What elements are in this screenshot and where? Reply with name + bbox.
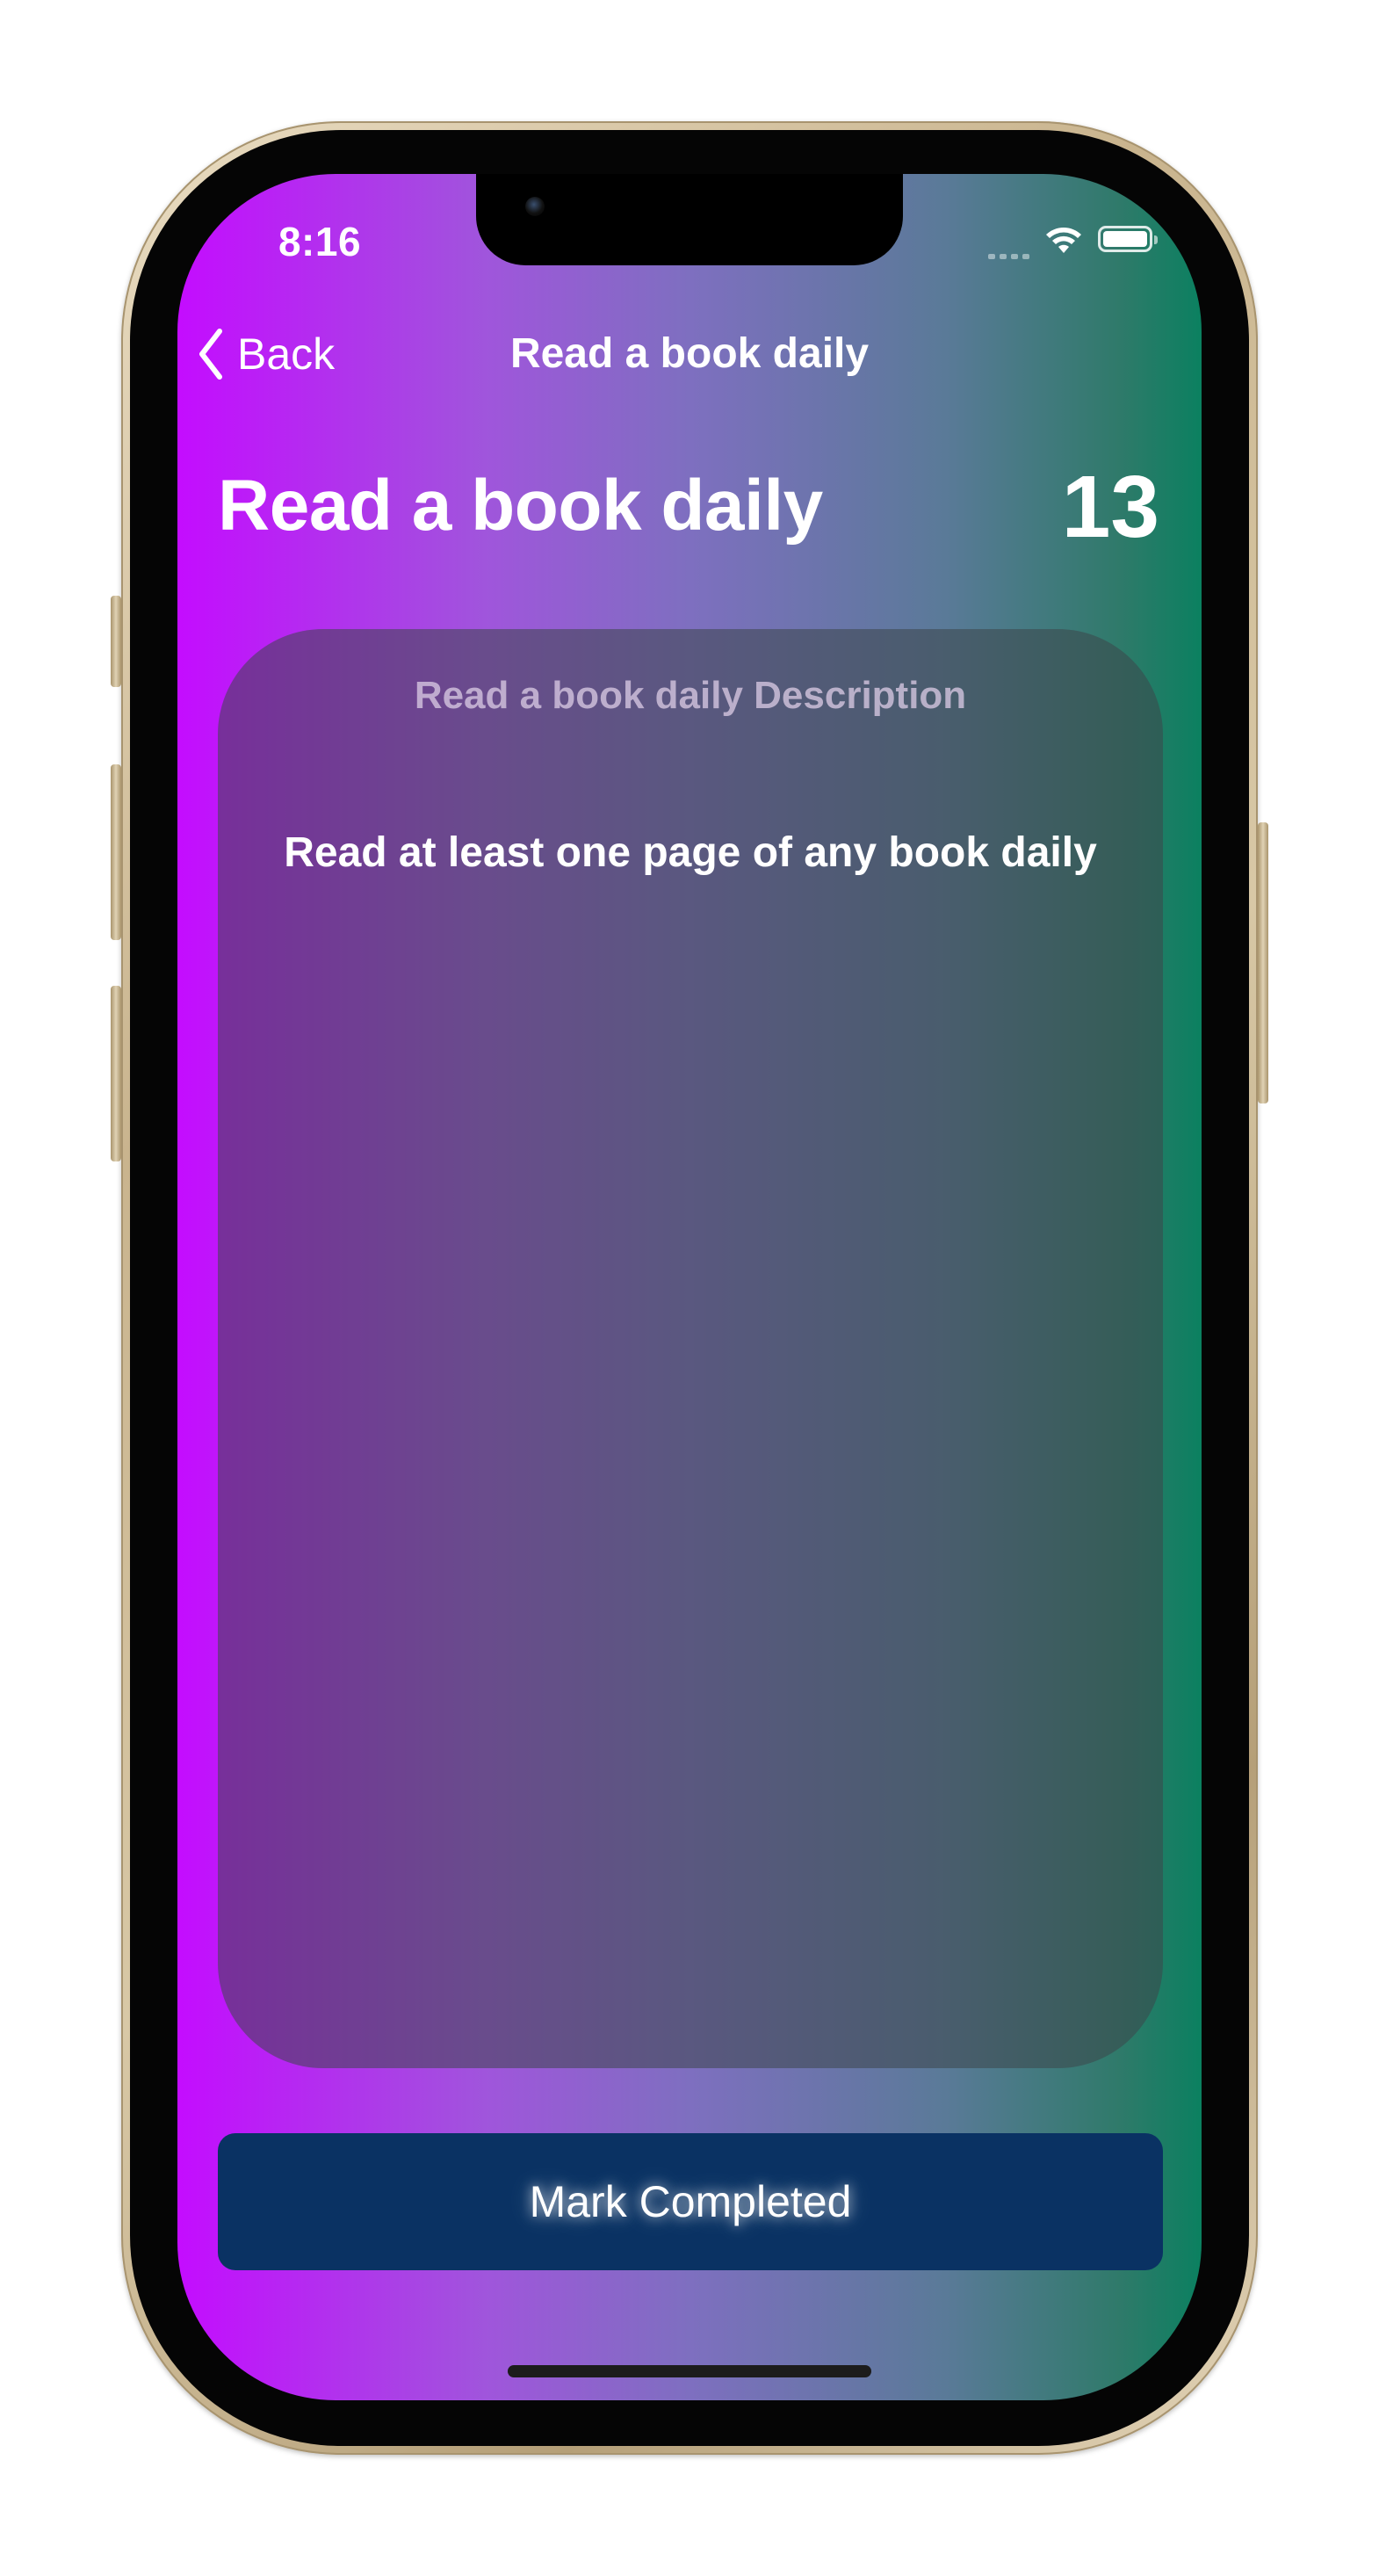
battery-icon (1098, 226, 1158, 252)
mark-completed-label: Mark Completed (529, 2177, 852, 2226)
habit-title: Read a book daily (218, 466, 823, 546)
description-text: Read at least one page of any book daily (284, 829, 1097, 876)
chevron-left-icon (199, 329, 222, 380)
back-label: Back (237, 329, 336, 379)
mark-completed-button[interactable]: Mark Completed (218, 2133, 1163, 2270)
home-indicator[interactable] (508, 2365, 871, 2377)
signal-icon (988, 219, 1029, 259)
front-camera (525, 197, 545, 216)
completion-count: 13 (1061, 458, 1159, 556)
ring-switch (111, 596, 121, 687)
device-stage: 8:16 Back Read a book daily Read a book … (0, 0, 1379, 2576)
power-button (1258, 822, 1268, 1103)
volume-down-button (111, 986, 121, 1161)
back-button[interactable]: Back (197, 323, 335, 385)
wifi-icon (1046, 228, 1081, 253)
status-icons (988, 223, 1158, 259)
notch (476, 174, 903, 265)
app-screen: 8:16 Back Read a book daily Read a book … (177, 174, 1202, 2400)
description-card: Read a book daily Description Read at le… (218, 629, 1163, 2068)
description-heading: Read a book daily Description (414, 674, 967, 717)
volume-up-button (111, 764, 121, 940)
status-time: 8:16 (278, 219, 362, 264)
nav-title: Read a book daily (509, 330, 870, 377)
